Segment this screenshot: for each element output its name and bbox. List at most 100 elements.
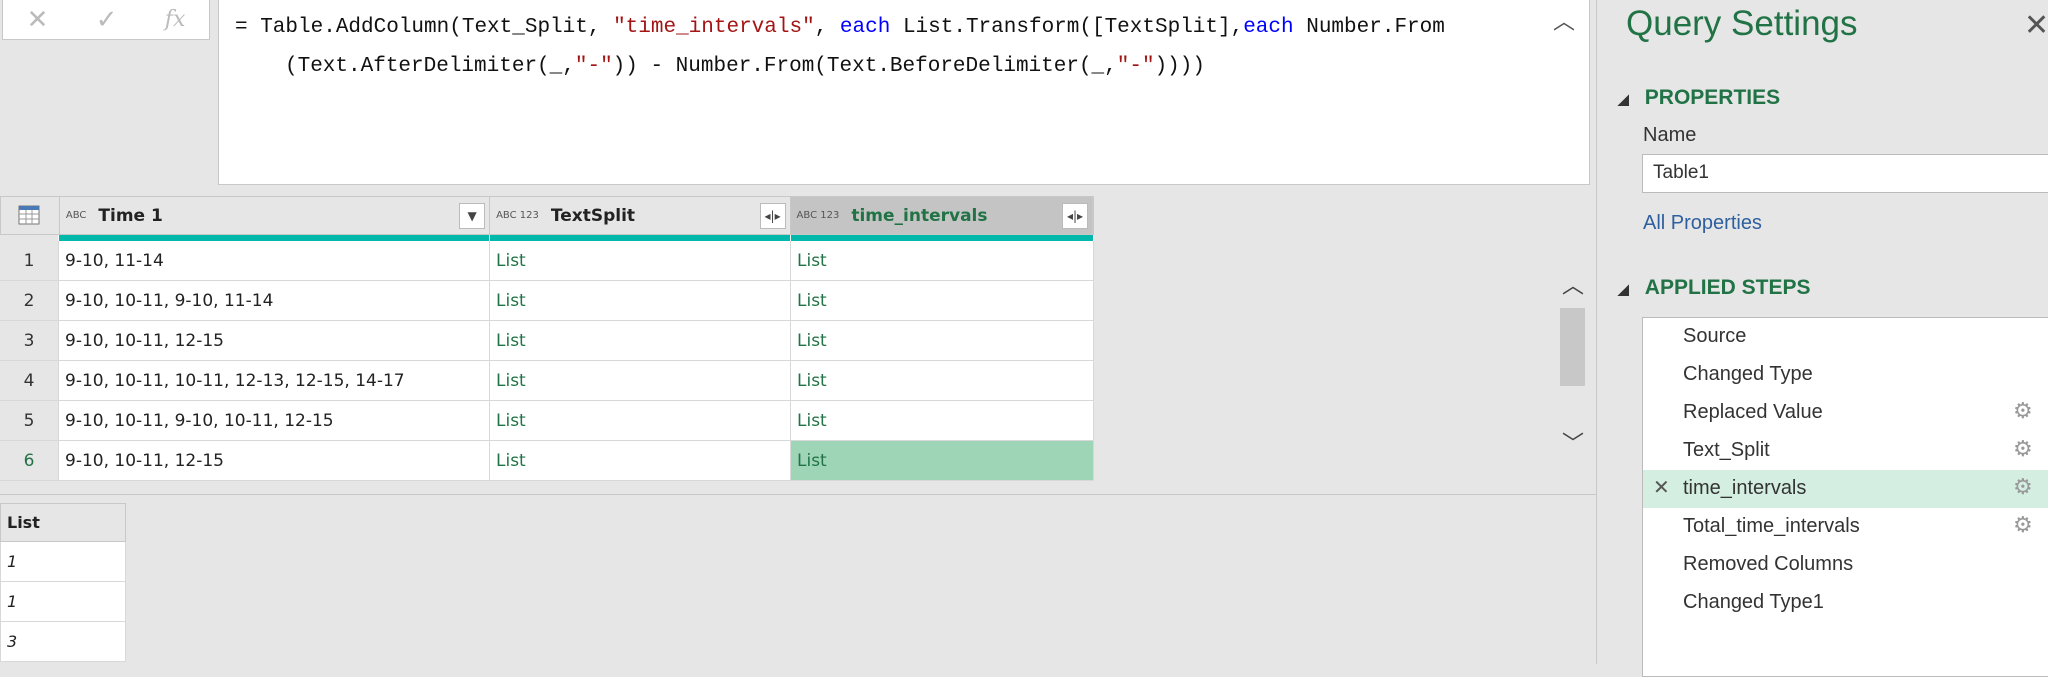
table-row: 2 9-10, 10-11, 9-10, 11-14 List List [0, 281, 1094, 321]
table-cell[interactable]: List [791, 281, 1094, 321]
column-header-time-1[interactable]: ABC Time 1 ▼ [60, 197, 491, 234]
preview-value: 1 [0, 582, 126, 622]
table-cell[interactable]: 9-10, 10-11, 9-10, 11-14 [59, 281, 490, 321]
table-row: 4 9-10, 10-11, 10-11, 12-13, 12-15, 14-17… [0, 361, 1094, 401]
step-label: Changed Type1 [1683, 591, 1824, 613]
any-type-icon: ABC 123 [496, 209, 539, 221]
applied-step[interactable]: Removed Columns [1643, 546, 2048, 584]
step-label: Replaced Value [1683, 401, 1823, 423]
column-header-textsplit[interactable]: ABC 123 TextSplit ◂|▸ [490, 197, 791, 234]
preview-value: 1 [0, 542, 126, 582]
applied-step[interactable]: Changed Type [1643, 356, 2048, 394]
formula-token: "-" [574, 55, 613, 78]
row-number[interactable]: 4 [0, 361, 59, 401]
table-row: 3 9-10, 10-11, 12-15 List List [0, 321, 1094, 361]
delete-step-icon[interactable]: ✕ [1653, 475, 1670, 500]
any-type-icon: ABC 123 [796, 209, 840, 221]
properties-section[interactable]: ◢ PROPERTIES [1618, 86, 1780, 110]
row-number[interactable]: 3 [0, 321, 59, 361]
column-name: TextSplit [550, 205, 636, 226]
table-cell[interactable]: List [490, 401, 791, 441]
column-header-time-intervals[interactable]: ABC 123 time_intervals ◂|▸ [790, 197, 1093, 234]
applied-step[interactable]: ✕ time_intervals ⚙ [1643, 470, 2048, 508]
panel-divider [1596, 0, 1597, 664]
cell-preview: List 1 1 3 [0, 503, 126, 662]
close-icon[interactable]: ✕ [2024, 8, 2048, 43]
commit-icon[interactable]: ✓ [96, 5, 118, 35]
vertical-scrollbar[interactable]: ︿ ﹀ [1558, 268, 1587, 460]
gear-icon[interactable]: ⚙ [2013, 474, 2033, 500]
table-cell[interactable]: List [490, 281, 791, 321]
preview-header: List [0, 503, 126, 542]
formula-token: "time_intervals" [613, 16, 815, 39]
step-label: time_intervals [1683, 477, 1807, 499]
row-number[interactable]: 2 [0, 281, 59, 321]
collapse-triangle-icon: ◢ [1618, 281, 1629, 297]
formula-token: "-" [1116, 55, 1155, 78]
formula-buttons: ✕ ✓ fx [2, 0, 210, 40]
formula-input[interactable]: = Table.AddColumn(Text_Split, "time_inte… [218, 0, 1590, 185]
gear-icon[interactable]: ⚙ [2013, 398, 2033, 424]
step-label: Changed Type [1683, 363, 1813, 385]
row-number[interactable]: 6 [0, 441, 59, 481]
formula-token: )) - Number.From(Text.BeforeDelimiter(_, [612, 55, 1117, 78]
filter-dropdown-icon[interactable]: ▼ [459, 203, 486, 229]
table-cell[interactable]: List [791, 361, 1094, 401]
formula-token: , [814, 16, 840, 39]
step-label: Total_time_intervals [1683, 515, 1860, 537]
table-cell[interactable]: List [490, 441, 791, 481]
data-grid: ABC Time 1 ▼ ABC 123 TextSplit ◂|▸ ABC 123 ti… [0, 196, 1094, 481]
panel-title: Query Settings [1626, 4, 1858, 43]
table-cell[interactable]: List [490, 361, 791, 401]
table-row: 6 9-10, 10-11, 12-15 List List [0, 441, 1094, 481]
formula-line-1: = Table.AddColumn(Text_Split, "time_inte… [235, 8, 1589, 47]
section-label: PROPERTIES [1644, 86, 1781, 109]
formula-token: List.Transform([TextSplit], [890, 16, 1244, 39]
column-name: Time 1 [98, 205, 163, 226]
table-cell[interactable]: 9-10, 10-11, 9-10, 10-11, 12-15 [59, 401, 490, 441]
collapse-triangle-icon: ◢ [1618, 91, 1629, 107]
formula-token: each [1243, 16, 1294, 39]
applied-step[interactable]: Replaced Value ⚙ [1643, 394, 2048, 432]
row-number[interactable]: 5 [0, 401, 59, 441]
table-cell[interactable]: List [490, 241, 791, 281]
applied-steps-section[interactable]: ◢ APPLIED STEPS [1618, 276, 1810, 300]
formula-token: each [839, 16, 891, 39]
collapse-formula-icon[interactable]: ︿ [1553, 4, 1575, 43]
step-label: Source [1683, 325, 1747, 347]
table-cell[interactable]: List [791, 441, 1094, 481]
formula-token: (Text.AfterDelimiter(_, [285, 55, 575, 78]
grid-header: ABC Time 1 ▼ ABC 123 TextSplit ◂|▸ ABC 123 ti… [0, 196, 1094, 235]
all-properties-link[interactable]: All Properties [1643, 212, 1762, 235]
step-label: Removed Columns [1683, 553, 1854, 575]
expand-column-icon[interactable]: ◂|▸ [1062, 203, 1088, 229]
table-row: 5 9-10, 10-11, 9-10, 10-11, 12-15 List List [0, 401, 1094, 441]
formula-line-2: (Text.AfterDelimiter(_,"-")) - Number.Fr… [235, 47, 1589, 86]
applied-step[interactable]: Total_time_intervals ⚙ [1643, 508, 2048, 546]
table-cell[interactable]: List [791, 401, 1094, 441]
fx-icon[interactable]: fx [165, 7, 186, 32]
table-cell[interactable]: 9-10, 11-14 [59, 241, 490, 281]
formula-token: Number.From [1293, 16, 1445, 39]
table-cell[interactable]: 9-10, 10-11, 12-15 [59, 321, 490, 361]
table-menu-icon[interactable] [1, 197, 60, 234]
table-cell[interactable]: 9-10, 10-11, 12-15 [59, 441, 490, 481]
applied-step[interactable]: Source [1643, 318, 2048, 356]
gear-icon[interactable]: ⚙ [2013, 512, 2033, 538]
name-input[interactable]: Table1 [1642, 154, 2048, 193]
applied-step[interactable]: Changed Type1 [1643, 584, 2048, 622]
row-number[interactable]: 1 [0, 241, 59, 281]
table-cell[interactable]: List [791, 241, 1094, 281]
cancel-icon[interactable]: ✕ [27, 5, 49, 35]
scroll-thumb[interactable] [1560, 308, 1585, 386]
formula-token: = Table.AddColumn(Text_Split, [235, 16, 614, 39]
expand-column-icon[interactable]: ◂|▸ [759, 203, 786, 229]
pane-divider[interactable] [0, 494, 1596, 495]
table-cell[interactable]: List [791, 321, 1094, 361]
gear-icon[interactable]: ⚙ [2013, 436, 2033, 462]
table-cell[interactable]: 9-10, 10-11, 10-11, 12-13, 12-15, 14-17 [59, 361, 490, 401]
scroll-up-icon[interactable]: ︿ [1562, 268, 1584, 300]
scroll-down-icon[interactable]: ﹀ [1562, 426, 1584, 458]
applied-step[interactable]: Text_Split ⚙ [1643, 432, 2048, 470]
table-cell[interactable]: List [490, 321, 791, 361]
